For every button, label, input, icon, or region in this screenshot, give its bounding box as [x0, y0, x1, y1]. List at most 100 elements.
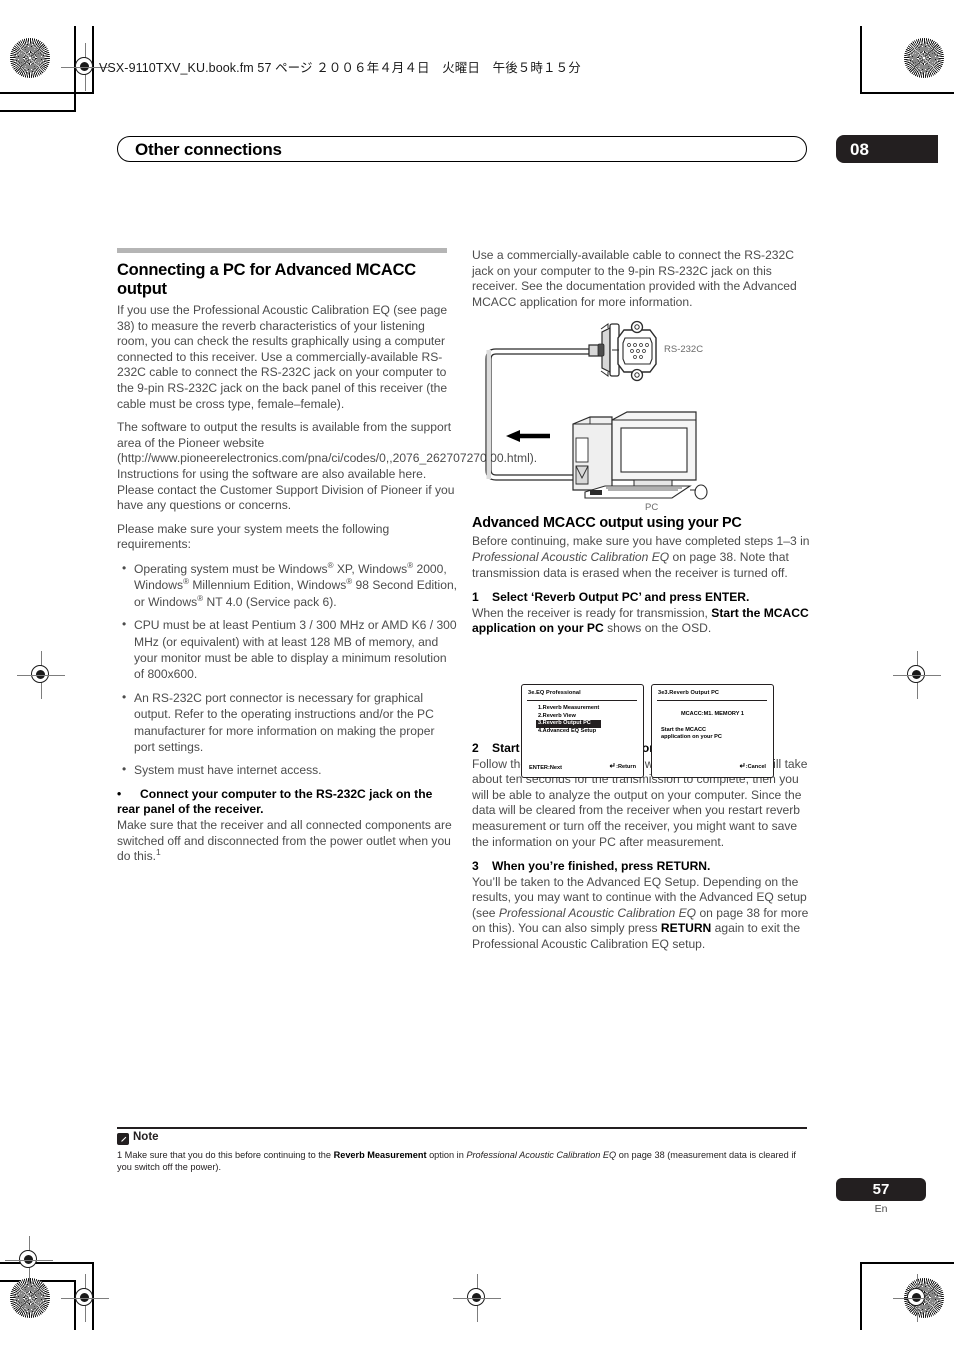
trim-mark-bottom-left-h — [0, 1262, 92, 1264]
cancel-arrow-icon — [738, 763, 745, 771]
osd-screenshots: 3e.EQ Professional 1.Reverb Measurement 2… — [521, 684, 774, 778]
step-2-number: 2 — [472, 740, 479, 755]
step-3-body-bold: RETURN — [660, 921, 712, 936]
step-1-number: 1 — [472, 590, 479, 605]
requirement-text: Millennium Edition, Windows — [188, 578, 347, 593]
step-3-number: 3 — [472, 859, 479, 874]
step-1-heading: 1 Select ‘Reverb Output PC’ and press ENT… — [472, 590, 813, 606]
footnote-label: Note — [133, 1131, 159, 1143]
registration-target-left-mid — [17, 651, 65, 699]
step-3-heading: 3 When you’re finished, press RETURN. — [472, 859, 813, 875]
right-paragraph-2a: Before continuing, make sure you have co… — [472, 534, 810, 549]
registration-target-right-mid — [893, 651, 941, 699]
footnote-text-b: option in — [426, 1150, 467, 1160]
requirement-text: System must have internet access. — [134, 763, 322, 778]
left-paragraph-2: The software to output the results is av… — [117, 420, 538, 513]
osd-left-menu: 1.Reverb Measurement 2.Reverb View 3.Rever… — [536, 705, 602, 735]
osd-right-foot-cancel-text: :Cancel — [745, 764, 766, 770]
registration-starburst-top-right — [904, 38, 944, 78]
osd-right-title: 3e3.Reverb Output PC — [658, 690, 720, 696]
osd-eq-professional: 3e.EQ Professional 1.Reverb Measurement 2… — [521, 684, 644, 778]
osd-right-divider — [657, 700, 767, 702]
rs232c-port-label: RS-232C — [664, 344, 704, 355]
requirements-list: Operating system must be Windows® XP, Wi… — [117, 560, 458, 779]
page-language-code: En — [874, 1203, 888, 1215]
right-paragraph-1: Use a commercially-available cable to co… — [472, 248, 797, 309]
osd-menu-item: 4.Advanced EQ Setup — [538, 727, 597, 734]
section-rule — [117, 248, 447, 253]
right-paragraph-2-italic: Professional Acoustic Calibration EQ — [472, 549, 670, 564]
bullet-dot: • — [117, 786, 122, 801]
footnote-text-italic: Professional Acoustic Calibration EQ — [466, 1150, 617, 1160]
osd-right-memory: MCACC:M1. MEMORY 1 — [680, 711, 745, 717]
return-arrow-icon — [608, 763, 615, 771]
osd-right-message: Start the MCACC application on your PC — [661, 727, 722, 742]
trim-mark-top-left-h2 — [0, 110, 74, 112]
footnote-text-a: Make sure that you do this before contin… — [122, 1150, 334, 1160]
osd-left-divider — [527, 700, 637, 702]
page-number-badge: 57 — [836, 1178, 926, 1201]
connect-instruction: • Connect your computer to the RS-232C ja… — [117, 787, 458, 818]
left-paragraph-4: Make sure that the receiver and all conn… — [117, 818, 458, 865]
requirement-item: An RS-232C port connector is necessary f… — [117, 689, 458, 756]
left-paragraph-1: If you use the Professional Acoustic Cal… — [117, 303, 448, 411]
registration-starburst-top-left — [10, 38, 50, 78]
step-3-title: When you’re finished, press RETURN. — [492, 859, 711, 874]
requirement-item: CPU must be at least Pentium 3 / 300 MHz… — [117, 616, 458, 683]
step-1-title: Select ‘Reverb Output PC’ and press ENTE… — [492, 590, 750, 605]
trim-mark-top-right-v — [860, 26, 862, 94]
fm-header-text: VSX-9110TXV_KU.book.fm 57 ページ ２００６年４月４日 … — [99, 61, 581, 75]
osd-right-foot-cancel: :Cancel — [738, 763, 766, 771]
trim-mark-bottom-left-v2 — [74, 1280, 76, 1330]
requirement-text: XP, Windows — [333, 561, 408, 576]
rs232c-connection-diagram: RS-232C PC — [472, 320, 813, 520]
footnote-text: 1 Make sure that you do this before cont… — [117, 1149, 809, 1174]
chapter-number-badge: 08 — [836, 135, 938, 163]
requirement-item: System must have internet access. — [117, 761, 458, 778]
osd-left-foot-enter: ENTER:Next — [529, 765, 562, 771]
osd-reverb-output-pc: 3e3.Reverb Output PC MCACC:M1. MEMORY 1 … — [651, 684, 774, 778]
page-canvas: VSX-9110TXV_KU.book.fm 57 ページ ２００６年４月４日 … — [0, 0, 954, 1351]
osd-right-message-line2: application on your PC — [661, 734, 722, 741]
section-heading: Connecting a PC for Advanced MCACC outpu… — [117, 261, 416, 298]
chapter-number-text: 08 — [850, 140, 869, 159]
requirement-text: CPU must be at least Pentium 3 / 300 MHz… — [134, 618, 457, 682]
step-1-body-a: When the receiver is ready for transmiss… — [472, 605, 712, 620]
requirement-text: Operating system must be Windows — [134, 561, 328, 576]
registration-target-top-left-lower — [5, 1236, 53, 1284]
requirement-text: NT 4.0 (Service pack 6). — [203, 594, 337, 609]
osd-menu-item: 3.Reverb Output PC — [536, 720, 602, 728]
step-3-body-italic: Professional Acoustic Calibration EQ — [498, 905, 697, 920]
left-text-column: Connecting a PC for Advanced MCACC outpu… — [117, 248, 538, 865]
left-paragraph-3: Please make sure your system meets the f… — [117, 521, 390, 552]
trim-mark-bottom-right-h — [862, 1262, 954, 1264]
page-title: Other connections — [135, 140, 282, 159]
step-1-body: When the receiver is ready for transmiss… — [472, 606, 813, 637]
trim-mark-top-left-v2 — [74, 26, 76, 112]
connect-instruction-text: Connect your computer to the RS-232C jac… — [117, 786, 433, 817]
osd-left-foot-return-text: :Return — [616, 764, 636, 770]
osd-left-foot-return: :Return — [608, 763, 636, 771]
step-1-body-b: shows on the OSD. — [603, 621, 712, 636]
footnote-text-bold: Reverb Measurement — [333, 1150, 427, 1160]
requirement-text: An RS-232C port connector is necessary f… — [134, 690, 435, 754]
footnote-divider — [117, 1127, 807, 1129]
osd-menu-item: 2.Reverb View — [538, 712, 576, 719]
trim-mark-bottom-left-v — [92, 1262, 94, 1330]
registration-starburst-bottom-left — [10, 1278, 50, 1318]
left-paragraph-4-text: Make sure that the receiver and all conn… — [117, 817, 452, 864]
registration-starburst-bottom-right — [904, 1278, 944, 1318]
osd-right-message-line1: Start the MCACC — [661, 727, 707, 733]
right-paragraph-2: Before continuing, make sure you have co… — [472, 534, 813, 581]
trim-mark-top-left-h — [0, 92, 92, 94]
note-icon — [117, 1133, 129, 1145]
trim-mark-bottom-right-v — [860, 1262, 862, 1330]
trim-mark-top-left-v — [92, 26, 94, 94]
registration-target-bottom-center — [453, 1274, 501, 1322]
page-number-text: 57 — [872, 1181, 890, 1198]
pc-label: PC — [645, 502, 659, 513]
osd-left-title: 3e.EQ Professional — [528, 690, 581, 696]
step-3-body: You’ll be taken to the Advanced EQ Setup… — [472, 875, 813, 953]
footnote-marker: 1 — [156, 847, 161, 858]
requirement-item: Operating system must be Windows® XP, Wi… — [117, 560, 458, 610]
